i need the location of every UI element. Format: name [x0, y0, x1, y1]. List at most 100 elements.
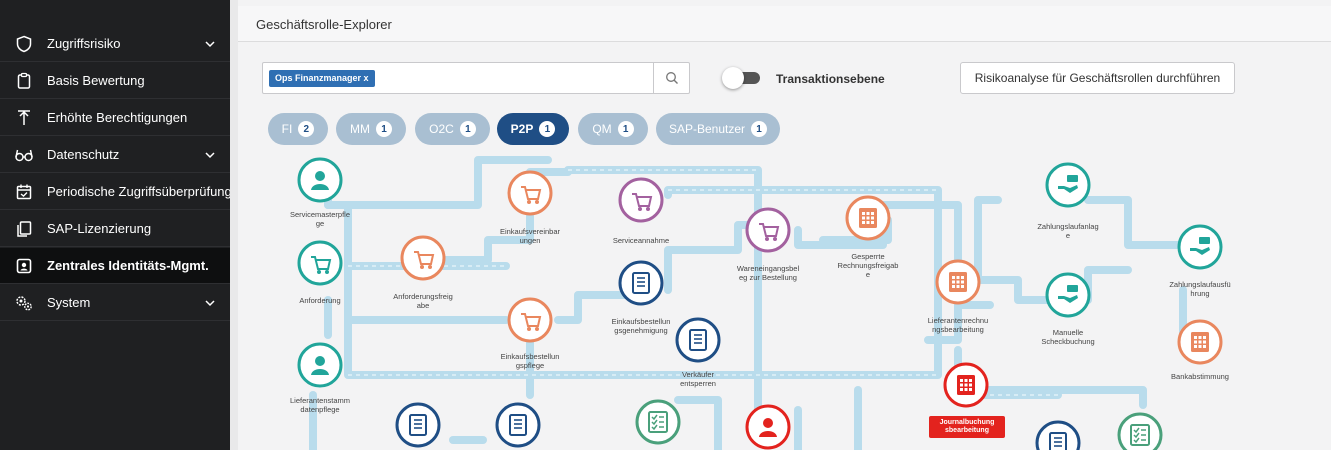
- process-node-label: Lieferantenstamm datenpflege: [289, 396, 351, 414]
- tab-count-badge: 1: [376, 121, 392, 137]
- document-node[interactable]: [395, 402, 441, 448]
- search-button[interactable]: [653, 63, 689, 93]
- sidebar-item-label: Datenschutz: [47, 147, 120, 162]
- sidebar-item-label: SAP-Lizenzierung: [47, 221, 152, 236]
- process-node-label: Anforderungsfreig abe: [393, 292, 453, 310]
- tab-p2p[interactable]: P2P 1: [497, 113, 569, 145]
- license-icon: [14, 219, 34, 239]
- process-node-label: Wareneingangsbel eg zur Bestellung: [736, 264, 800, 282]
- process-node-anforderung[interactable]: [297, 240, 343, 286]
- id-card-icon: [14, 256, 34, 276]
- tab-count-badge: 1: [459, 121, 476, 137]
- process-node-serviceannahme[interactable]: [618, 177, 664, 223]
- chevron-down-icon: [205, 40, 215, 47]
- sidebar-item-sap-lizenzierung[interactable]: SAP-Lizenzierung: [0, 211, 230, 247]
- sidebar-item-label: Basis Bewertung: [47, 73, 145, 88]
- document-node[interactable]: [1035, 420, 1081, 450]
- process-node-bankabstimmung[interactable]: [1177, 319, 1223, 365]
- glasses-icon: [14, 145, 34, 165]
- selected-role-chip[interactable]: Ops Finanzmanager x: [269, 70, 375, 87]
- journal-node[interactable]: [943, 362, 989, 408]
- elevate-icon: [14, 108, 34, 128]
- checklist-node[interactable]: [635, 399, 681, 445]
- process-node-label: Einkaufsbestellun gspflege: [500, 352, 560, 370]
- tab-qm[interactable]: QM 1: [578, 113, 648, 145]
- chevron-down-icon: [205, 299, 215, 306]
- shield-icon: [14, 34, 34, 54]
- sidebar-item-zugriffsrisiko[interactable]: Zugriffsrisiko: [0, 26, 230, 62]
- process-node-einkaufsbestellungsgenehmigung[interactable]: [618, 260, 664, 306]
- process-diagram: Servicemasterpfle ge Anforderung Lieferante…: [238, 150, 1331, 450]
- toggle-label: Transaktionsebene: [776, 72, 885, 86]
- process-node-label: Zahlungslaufausfü hrung: [1169, 280, 1231, 298]
- sidebar-item-zentrales-identitaets-mgmt[interactable]: Zentrales Identitäts-Mgmt.: [0, 248, 230, 284]
- invoice-icon: [1191, 332, 1209, 352]
- process-node-einkaufsvereinbarungen[interactable]: [507, 170, 553, 216]
- process-node-label: Serviceannahme: [612, 236, 670, 245]
- role-search-input[interactable]: Ops Finanzmanager x: [262, 62, 690, 94]
- process-node-lieferantenstamm[interactable]: [297, 342, 343, 388]
- process-node-label: Servicemasterpfle ge: [289, 210, 351, 228]
- process-node-servicemasterpflege[interactable]: [297, 157, 343, 203]
- sidebar-item-erhoehte-berechtigungen[interactable]: Erhöhte Berechtigungen: [0, 100, 230, 136]
- sidebar-item-basis-bewertung[interactable]: Basis Bewertung: [0, 63, 230, 99]
- title-bar: Geschäftsrolle-Explorer: [238, 6, 1331, 42]
- tab-label: P2P: [510, 122, 534, 136]
- toggle-knob: [722, 67, 744, 89]
- tab-label: SAP-Benutzer: [668, 122, 746, 136]
- page-title: Geschäftsrolle-Explorer: [256, 17, 392, 32]
- sidebar-item-label: Erhöhte Berechtigungen: [47, 110, 188, 125]
- sidebar: Zugriffsrisiko Basis Bewertung Erhöhte B…: [0, 0, 232, 450]
- invoice-icon: [949, 272, 967, 292]
- process-node-label: Bankabstimmung: [1171, 372, 1229, 381]
- process-node-label: Einkaufsvereinbar ungen: [499, 227, 561, 245]
- tab-count-badge: 1: [539, 121, 556, 137]
- user-node-red[interactable]: [745, 404, 791, 450]
- tab-sap-benutzer[interactable]: SAP-Benutzer 1: [656, 113, 780, 145]
- journal-booking-badge[interactable]: Journalbuchung sbearbeitung: [929, 416, 1005, 438]
- gears-icon: [14, 293, 34, 313]
- process-node-anforderungsfreigabe[interactable]: [400, 235, 446, 281]
- sidebar-item-label: Periodische Zugriffsüberprüfung: [47, 184, 232, 199]
- sidebar-item-label: System: [47, 295, 91, 310]
- sidebar-item-label: Zugriffsrisiko: [47, 36, 121, 51]
- process-node-zahlungslaufanlage[interactable]: [1045, 162, 1091, 208]
- process-node-gesperrte[interactable]: [845, 195, 891, 241]
- chevron-down-icon: [205, 151, 215, 158]
- clipboard-icon: [14, 71, 34, 91]
- tab-mm[interactable]: MM 1: [336, 113, 406, 145]
- tab-count-badge: 1: [617, 121, 634, 137]
- process-node-einkaufsbestellungspflege[interactable]: [507, 297, 553, 343]
- process-node-label: Gesperrte Rechnungsfreigab e: [837, 252, 899, 279]
- transaction-level-toggle[interactable]: [722, 67, 762, 89]
- process-node-label: Verkäufer entsperren: [680, 370, 716, 388]
- sidebar-divider: [230, 0, 238, 450]
- process-node-manuelle[interactable]: [1045, 272, 1091, 318]
- run-risk-analysis-button[interactable]: Risikoanalyse für Geschäftsrollen durchf…: [960, 62, 1235, 94]
- tab-label: FI: [281, 122, 293, 136]
- process-node-zahlungslaufausfuehrung[interactable]: [1177, 224, 1223, 270]
- calendar-check-icon: [14, 182, 34, 202]
- tab-label: O2C: [429, 122, 454, 136]
- tab-o2c[interactable]: O2C 1: [415, 113, 490, 145]
- sidebar-item-periodische-zugriffsueberpruefung[interactable]: Periodische Zugriffsüberprüfung: [0, 174, 232, 210]
- process-node-wareneingang[interactable]: [745, 207, 791, 253]
- sidebar-item-label: Zentrales Identitäts-Mgmt.: [47, 258, 209, 273]
- main-content: Geschäftsrolle-Explorer Ops Finanzmanage…: [238, 0, 1331, 450]
- tab-count-badge: 2: [298, 121, 315, 137]
- document-node[interactable]: [495, 402, 541, 448]
- tab-fi[interactable]: FI 2: [268, 113, 328, 145]
- tab-count-badge: 1: [751, 121, 768, 137]
- invoice-icon: [859, 208, 877, 228]
- process-node-label: Einkaufsbestellun gsgenehmigung: [611, 317, 671, 335]
- process-node-label: Anforderung: [299, 296, 341, 305]
- sidebar-item-system[interactable]: System: [0, 285, 230, 321]
- checklist-node[interactable]: [1117, 412, 1163, 450]
- process-node-label: Manuelle Scheckbuchung: [1041, 328, 1095, 346]
- process-node-label: Zahlungslaufanlag e: [1037, 222, 1099, 240]
- process-node-lieferantenrechnung[interactable]: [935, 259, 981, 305]
- tab-label: MM: [350, 122, 370, 136]
- search-icon: [665, 72, 678, 84]
- tab-label: QM: [592, 122, 612, 136]
- sidebar-item-datenschutz[interactable]: Datenschutz: [0, 137, 230, 173]
